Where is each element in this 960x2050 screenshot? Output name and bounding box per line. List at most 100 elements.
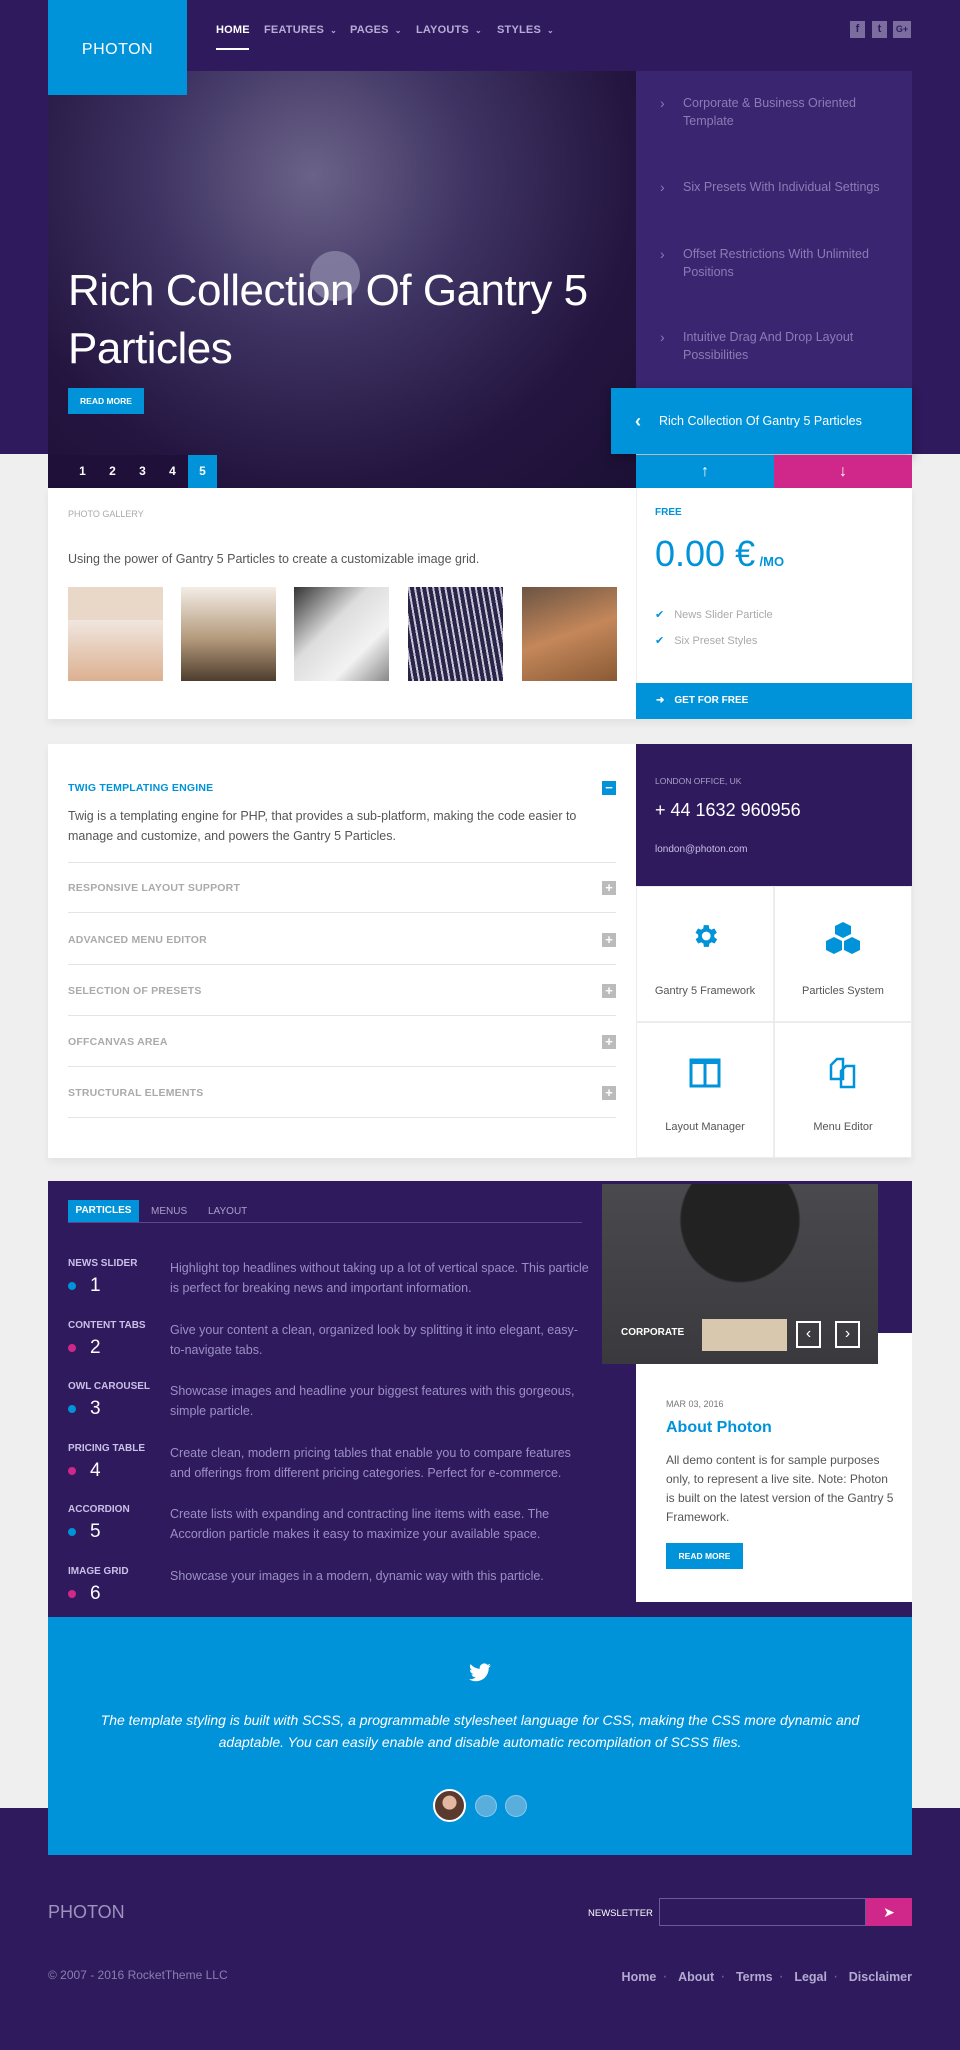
keyboard-detail [702, 1319, 787, 1351]
blog-read-more-button[interactable]: READ MORE [666, 1543, 743, 1569]
expand-icon[interactable]: + [602, 933, 616, 947]
particle-number: 6 [68, 1583, 129, 1605]
bullet-dot [68, 1282, 76, 1290]
divider [68, 1066, 616, 1067]
divider [68, 964, 616, 965]
testimonial-quote: The template styling is built with SCSS,… [100, 1712, 860, 1750]
columns-icon [637, 1057, 773, 1094]
divider [68, 862, 616, 863]
expand-icon[interactable]: + [602, 1086, 616, 1100]
arrow-down-button[interactable]: ↓ [774, 455, 912, 488]
particle-number: 5 [68, 1521, 130, 1543]
expand-icon[interactable]: + [602, 881, 616, 895]
gallery-thumb[interactable] [181, 587, 276, 681]
blog-title[interactable]: About Photon [666, 1419, 772, 1437]
feature-cell[interactable]: Layout Manager [636, 1022, 774, 1158]
avatar[interactable] [475, 1795, 497, 1817]
gallery-label: PHOTO GALLERY [68, 509, 144, 519]
chevron-left-icon: ‹ [635, 411, 641, 431]
nav-features[interactable]: FEATURES ⌄ [264, 24, 337, 36]
chevron-right-icon: › [660, 179, 665, 195]
accordion-item[interactable]: RESPONSIVE LAYOUT SUPPORT [68, 882, 240, 894]
accordion-open-title[interactable]: TWIG TEMPLATING ENGINE [68, 782, 213, 794]
nav-pages[interactable]: PAGES ⌄ [350, 24, 402, 36]
newsletter-input[interactable] [659, 1898, 866, 1926]
contact-email[interactable]: london@photon.com [655, 844, 747, 855]
particle-item: ACCORDION 5 Create lists with expanding an… [68, 1504, 549, 1543]
particle-description: Showcase your images in a modern, dynami… [170, 1569, 544, 1583]
feature-item[interactable]: › Intuitive Drag And Drop Layout Possibil… [660, 328, 900, 364]
bullet-dot [68, 1467, 76, 1475]
cubes-icon [775, 921, 911, 960]
twitter-icon[interactable]: t [872, 21, 887, 38]
facebook-icon[interactable]: f [850, 21, 865, 38]
collapse-icon[interactable]: − [602, 781, 616, 795]
gallery-thumb[interactable] [408, 587, 503, 681]
gallery-thumb[interactable] [294, 587, 389, 681]
gallery-thumb[interactable] [522, 587, 617, 681]
blog-image-label: CORPORATE [621, 1327, 685, 1338]
avatar-active[interactable] [433, 1789, 466, 1822]
expand-icon[interactable]: + [602, 1035, 616, 1049]
nav-layouts[interactable]: LAYOUTS ⌄ [416, 24, 482, 36]
carousel-prev-button[interactable]: ‹ [796, 1321, 821, 1348]
page-4[interactable]: 4 [158, 455, 187, 488]
arrow-right-icon: ➜ [656, 695, 665, 706]
newsletter-label: NEWSLETTER [588, 1908, 653, 1919]
page-2[interactable]: 2 [98, 455, 127, 488]
accordion-item[interactable]: STRUCTURAL ELEMENTS [68, 1087, 203, 1099]
nav-styles[interactable]: STYLES ⌄ [497, 24, 554, 36]
footer-link-terms[interactable]: Terms [736, 1970, 773, 1984]
gallery-thumb[interactable] [68, 587, 163, 681]
chevron-down-icon: ⌄ [394, 26, 402, 35]
pricing-feature: ✔ News Slider Particle [655, 609, 773, 621]
footer-logo[interactable]: PHOTON [48, 1902, 125, 1923]
newsletter-submit-button[interactable]: ➤ [866, 1898, 912, 1926]
active-underline [216, 48, 249, 50]
active-slide-callout[interactable]: ‹ Rich Collection Of Gantry 5 Particles [611, 388, 912, 454]
contact-box: LONDON OFFICE, UK + 44 1632 960956 londo… [636, 744, 912, 886]
feature-item[interactable]: › Offset Restrictions With Unlimited Posi… [660, 245, 900, 281]
tab-menus[interactable]: MENUS [151, 1206, 187, 1217]
logo[interactable]: PHOTON [48, 0, 187, 95]
feature-item[interactable]: › Six Presets With Individual Settings [660, 178, 900, 196]
feature-cell[interactable]: Gantry 5 Framework [636, 886, 774, 1022]
particle-number: 1 [68, 1275, 137, 1297]
chevron-right-icon: › [660, 329, 665, 345]
hero-read-more-button[interactable]: READ MORE [68, 388, 144, 414]
feature-cell[interactable]: Menu Editor [774, 1022, 912, 1158]
footer-link-about[interactable]: About [678, 1970, 714, 1984]
nav-home[interactable]: HOME [216, 24, 250, 36]
arrow-up-icon: ↑ [701, 463, 709, 480]
tab-divider [68, 1222, 582, 1223]
avatar[interactable] [505, 1795, 527, 1817]
copyright: © 2007 - 2016 RocketTheme LLC [48, 1968, 228, 1982]
tab-particles[interactable]: PARTICLES [68, 1200, 139, 1222]
accordion-item[interactable]: OFFCANVAS AREA [68, 1036, 168, 1048]
divider [68, 912, 616, 913]
particle-description: Highlight top headlines without taking u… [170, 1261, 589, 1295]
footer-link-legal[interactable]: Legal [794, 1970, 827, 1984]
arrow-up-button[interactable]: ↑ [636, 455, 774, 488]
footer-link-disclaimer[interactable]: Disclaimer [849, 1970, 912, 1984]
particle-number: 3 [68, 1398, 150, 1420]
tab-layout[interactable]: LAYOUT [208, 1206, 247, 1217]
page-5[interactable]: 5 [188, 455, 217, 488]
chevron-down-icon: ⌄ [330, 26, 337, 35]
expand-icon[interactable]: + [602, 984, 616, 998]
particle-item: PRICING TABLE 4 Create clean, modern prici… [68, 1443, 571, 1482]
footer-link-home[interactable]: Home [622, 1970, 657, 1984]
particle-description: Create clean, modern pricing tables that… [170, 1446, 571, 1480]
google-plus-icon[interactable]: G+ [893, 21, 911, 38]
get-for-free-button[interactable]: ➜ GET FOR FREE [636, 683, 912, 719]
feature-cell[interactable]: Particles System [774, 886, 912, 1022]
bullet-dot [68, 1405, 76, 1413]
accordion-item[interactable]: ADVANCED MENU EDITOR [68, 934, 207, 946]
carousel-next-button[interactable]: › [835, 1321, 860, 1348]
page-1[interactable]: 1 [68, 455, 97, 488]
page-3[interactable]: 3 [128, 455, 157, 488]
gear-icon [637, 921, 773, 956]
feature-item[interactable]: › Corporate & Business Oriented Template [660, 94, 900, 130]
particle-name: OWL CAROUSEL [68, 1381, 151, 1392]
accordion-item[interactable]: SELECTION OF PRESETS [68, 985, 202, 997]
